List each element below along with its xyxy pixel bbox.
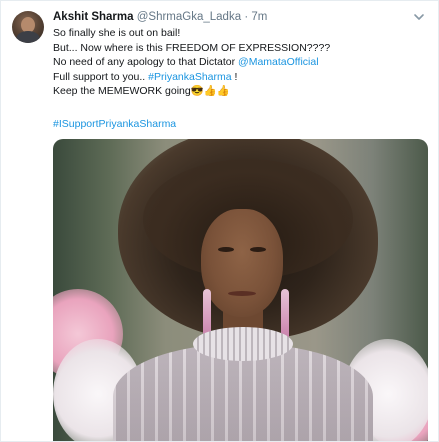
author-handle[interactable]: @ShrmaGka_Ladka xyxy=(137,11,241,23)
tweet-line-text: Full support to you.. xyxy=(53,70,149,83)
tweet-line: But... Now where is this FREEDOM OF EXPR… xyxy=(53,41,331,54)
author-name[interactable]: Akshit Sharma xyxy=(53,11,134,23)
tweet-text: So finally she is out on bail! But... No… xyxy=(53,26,330,99)
separator-dot: · xyxy=(244,11,249,23)
tweet-line: Keep the MEMEWORK going😎👍👍 xyxy=(53,85,230,97)
tweet-line: So finally she is out on bail! xyxy=(53,27,181,39)
tweet-line: Full support to you.. #PriyankaSharma ! xyxy=(53,70,330,85)
avatar-body xyxy=(16,31,40,43)
photo-eye xyxy=(218,247,234,252)
chevron-down-icon[interactable] xyxy=(412,10,426,24)
mention-link[interactable]: @MamataOfficial xyxy=(238,56,319,68)
hashtag-link[interactable]: #PriyankaSharma xyxy=(148,71,231,83)
photo-collar xyxy=(193,327,293,361)
tweet-card[interactable]: Akshit Sharma @ShrmaGka_Ladka · 7m So fi… xyxy=(0,0,439,442)
tweet-header: Akshit Sharma @ShrmaGka_Ladka · 7m xyxy=(53,10,267,25)
photo-mouth xyxy=(228,291,256,296)
avatar[interactable] xyxy=(12,11,44,43)
photo-eye xyxy=(250,247,266,252)
tweet-line: No need of any apology to that Dictator … xyxy=(53,55,330,70)
tweet-photo[interactable] xyxy=(53,139,428,441)
tweet-line-text: No need of any apology to that Dictator xyxy=(53,56,239,68)
hashtag-link[interactable]: #ISupportPriyankaSharma xyxy=(53,118,176,130)
photo-face xyxy=(201,209,283,317)
tweet-line-text: ! xyxy=(231,70,238,83)
tweet-timestamp[interactable]: 7m xyxy=(251,11,267,23)
